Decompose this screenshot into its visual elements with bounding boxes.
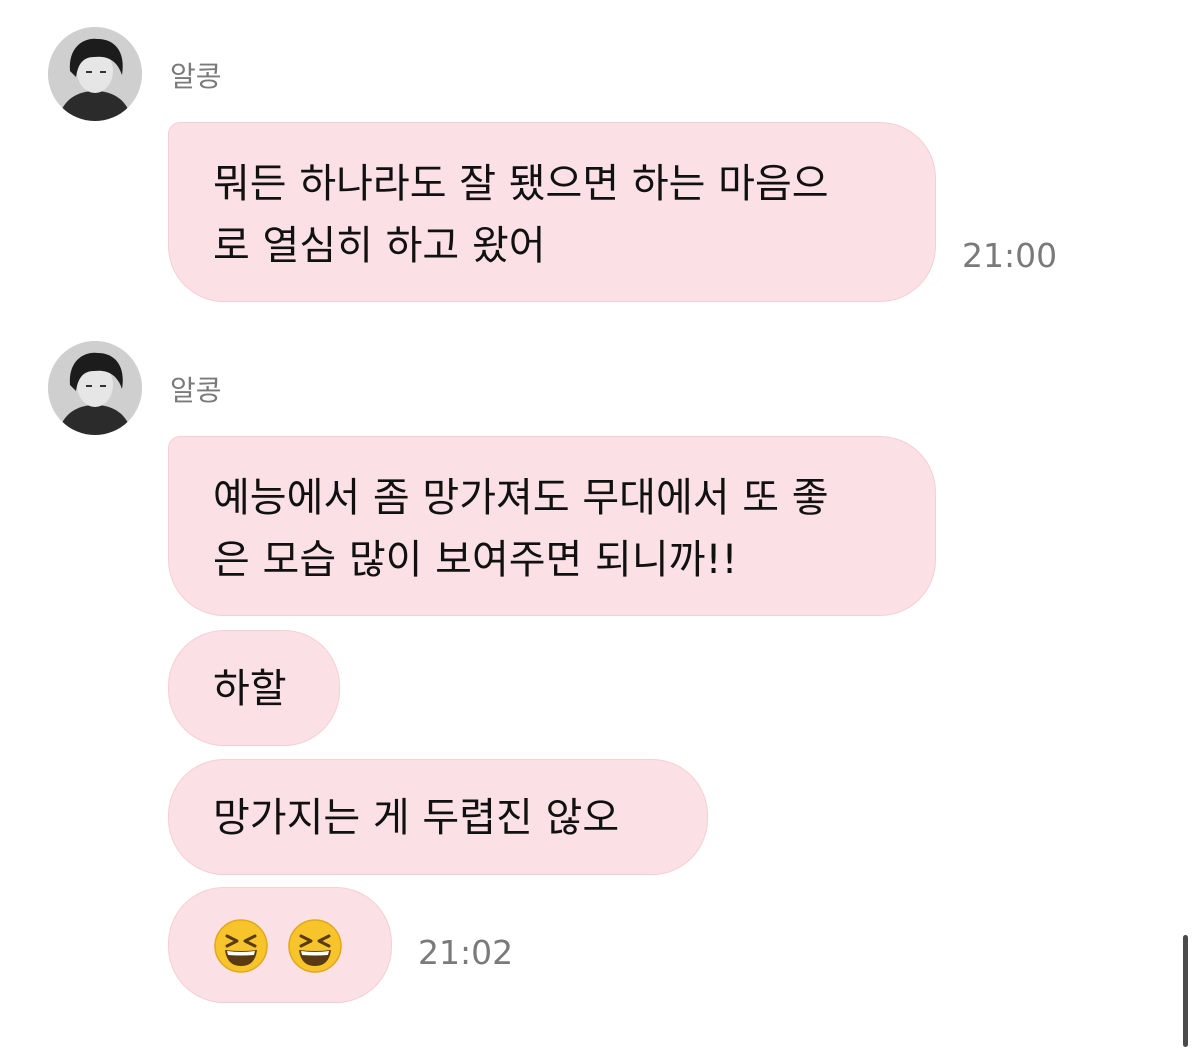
message-timestamp: 21:00: [962, 236, 1058, 275]
message-bubble[interactable]: 예능에서 좀 망가져도 무대에서 또 좋 은 모습 많이 보여주면 되니까!!: [168, 436, 936, 616]
avatar-portrait-image: [48, 27, 142, 121]
message-text-line: 하할: [213, 666, 287, 712]
avatar-portrait-image: [48, 341, 142, 435]
message-bubble[interactable]: 뭐든 하나라도 잘 됐으면 하는 마음으 로 열심히 하고 왔어: [168, 122, 936, 302]
message-bubble[interactable]: 망가지는 게 두렵진 않오: [168, 759, 708, 875]
scrollbar-thumb[interactable]: [1183, 935, 1188, 1047]
sender-avatar[interactable]: [48, 27, 142, 121]
message-text-line: 은 모습 많이 보여주면 되니까!!: [213, 537, 738, 583]
message-bubble[interactable]: 하할: [168, 630, 340, 746]
message-text-line: 뭐든 하나라도 잘 됐으면 하는 마음으: [213, 161, 829, 207]
message-text-line: 로 열심히 하고 왔어: [213, 223, 546, 269]
message-text-line: 망가지는 게 두렵진 않오: [213, 795, 620, 841]
sender-name: 알콩: [170, 60, 222, 93]
message-bubble[interactable]: [168, 887, 392, 1003]
message-text-line: 예능에서 좀 망가져도 무대에서 또 좋: [213, 475, 829, 521]
grinning-squinting-face-icon: [288, 919, 342, 973]
emoji-row: [213, 918, 347, 974]
sender-name: 알콩: [170, 374, 222, 407]
sender-avatar[interactable]: [48, 341, 142, 435]
message-timestamp: 21:02: [418, 933, 514, 972]
grinning-squinting-face-icon: [214, 919, 268, 973]
